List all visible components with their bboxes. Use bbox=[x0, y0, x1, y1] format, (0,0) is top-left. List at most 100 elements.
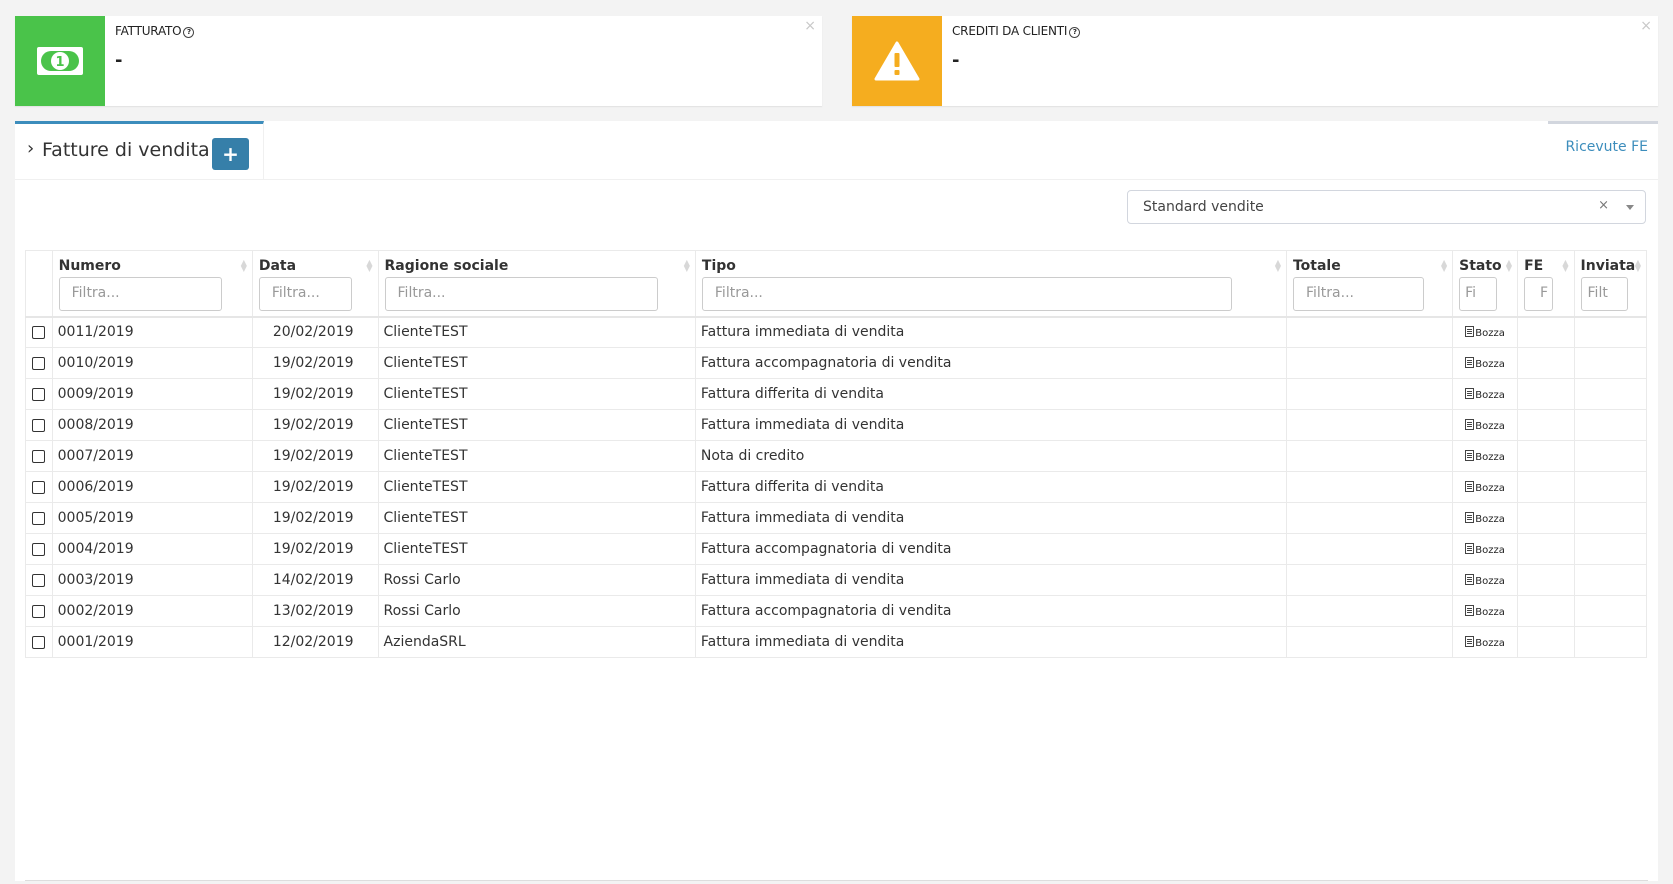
row-checkbox[interactable] bbox=[32, 604, 46, 618]
segment-value: Standard vendite bbox=[1143, 199, 1264, 215]
status-badge: Bozza bbox=[1465, 512, 1505, 525]
status-label: Bozza bbox=[1475, 483, 1505, 494]
table-row[interactable]: 0004/2019 19/02/2019 ClienteTEST Fattura ac… bbox=[25, 533, 1648, 565]
filter-input-numero[interactable]: Filtra... bbox=[58, 277, 222, 311]
cell-tipo: Fattura differita di vendita bbox=[694, 378, 1287, 410]
add-invoice-button[interactable]: + bbox=[212, 138, 249, 170]
row-checkbox[interactable] bbox=[32, 511, 46, 525]
row-checkbox[interactable] bbox=[32, 449, 46, 463]
table-row[interactable]: 0011/2019 20/02/2019 ClienteTEST Fattura im… bbox=[25, 316, 1648, 348]
help-icon[interactable]: ? bbox=[1069, 27, 1081, 38]
column-header-tipo[interactable]: Tipo ▲ ▼ Filtra... bbox=[694, 250, 1287, 318]
cell-inviata bbox=[1573, 471, 1648, 503]
filter-input-fe[interactable]: F bbox=[1524, 277, 1554, 311]
cell-fe bbox=[1517, 440, 1575, 472]
table-row[interactable]: 0010/2019 19/02/2019 ClienteTEST Fattura ac… bbox=[25, 347, 1648, 379]
help-icon[interactable]: ? bbox=[183, 27, 195, 38]
row-checkbox[interactable] bbox=[32, 480, 46, 494]
sort-icon[interactable]: ▲ ▼ bbox=[241, 259, 247, 273]
row-checkbox[interactable] bbox=[32, 325, 46, 339]
sort-icon[interactable]: ▲ ▼ bbox=[1635, 259, 1641, 273]
sort-icon[interactable]: ▲ ▼ bbox=[684, 259, 690, 273]
row-select-cell[interactable] bbox=[25, 564, 53, 596]
panel-divider bbox=[25, 880, 1648, 881]
row-checkbox[interactable] bbox=[32, 542, 46, 556]
cell-data: 19/02/2019 bbox=[251, 533, 379, 565]
close-icon[interactable]: × bbox=[804, 18, 816, 34]
table-row[interactable]: 0008/2019 19/02/2019 ClienteTEST Fattura im… bbox=[25, 409, 1648, 441]
column-header-totale[interactable]: Totale ▲ ▼ Filtra... bbox=[1285, 250, 1454, 318]
chevron-down-icon[interactable] bbox=[1626, 205, 1634, 210]
table-row[interactable]: 0001/2019 12/02/2019 AziendaSRL Fattura imm… bbox=[25, 626, 1648, 658]
cell-numero: 0006/2019 bbox=[51, 471, 253, 503]
filter-input-ragione-sociale[interactable]: Filtra... bbox=[384, 277, 658, 311]
close-icon[interactable]: × bbox=[1640, 18, 1652, 34]
status-badge: Bozza bbox=[1465, 388, 1505, 401]
filter-input-totale[interactable]: Filtra... bbox=[1292, 277, 1424, 311]
kpi-box-fatturato: 1 FATTURATO? - × bbox=[15, 16, 822, 106]
tab-fatture-vendita[interactable]: › Fatture di vendita + bbox=[15, 121, 264, 179]
row-select-cell[interactable] bbox=[25, 440, 53, 472]
cell-totale bbox=[1285, 471, 1454, 503]
row-select-cell[interactable] bbox=[25, 409, 53, 441]
column-header-ragione-sociale[interactable]: Ragione sociale ▲ ▼ Filtra... bbox=[377, 250, 696, 318]
row-select-cell[interactable] bbox=[25, 471, 53, 503]
cell-data: 20/02/2019 bbox=[251, 316, 379, 348]
row-select-cell[interactable] bbox=[25, 378, 53, 410]
row-select-cell[interactable] bbox=[25, 533, 53, 565]
cell-ragione-sociale: ClienteTEST bbox=[377, 409, 696, 441]
sort-icon[interactable]: ▲ ▼ bbox=[366, 259, 372, 273]
table-row[interactable]: 0002/2019 13/02/2019 Rossi Carlo Fattura ac… bbox=[25, 595, 1648, 627]
table-row[interactable]: 0003/2019 14/02/2019 Rossi Carlo Fattura im… bbox=[25, 564, 1648, 596]
row-select-cell[interactable] bbox=[25, 595, 53, 627]
tab-label[interactable]: Ricevute FE bbox=[1565, 139, 1648, 155]
filter-input-tipo[interactable]: Filtra... bbox=[701, 277, 1232, 311]
tab-ricevute-fe[interactable]: Ricevute FE bbox=[1548, 121, 1658, 179]
filter-input-data[interactable]: Filtra... bbox=[258, 277, 352, 311]
status-badge: Bozza bbox=[1465, 357, 1505, 370]
filter-input-stato[interactable]: Fi bbox=[1459, 277, 1498, 311]
cell-numero: 0011/2019 bbox=[51, 316, 253, 348]
clear-icon[interactable]: × bbox=[1598, 198, 1609, 213]
column-header-data[interactable]: Data ▲ ▼ Filtra... bbox=[251, 250, 379, 318]
cell-fe bbox=[1517, 316, 1575, 348]
row-select-cell[interactable] bbox=[25, 626, 53, 658]
row-select-cell[interactable] bbox=[25, 316, 53, 348]
row-checkbox[interactable] bbox=[32, 635, 46, 649]
filter-input-inviata[interactable]: Filt bbox=[1580, 277, 1628, 311]
segment-select[interactable]: Standard vendite × bbox=[1127, 190, 1646, 224]
select-column-header bbox=[25, 250, 53, 318]
row-checkbox[interactable] bbox=[32, 387, 46, 401]
column-header-stato[interactable]: Stato ▲ ▼ Fi bbox=[1452, 250, 1519, 318]
kpi-title: CREDITI DA CLIENTI bbox=[952, 24, 1068, 38]
status-badge: Bozza bbox=[1465, 481, 1505, 494]
row-select-cell[interactable] bbox=[25, 347, 53, 379]
table-row[interactable]: 0005/2019 19/02/2019 ClienteTEST Fattura im… bbox=[25, 502, 1648, 534]
status-badge: Bozza bbox=[1465, 419, 1505, 432]
cell-ragione-sociale: ClienteTEST bbox=[377, 471, 696, 503]
table-row[interactable]: 0006/2019 19/02/2019 ClienteTEST Fattura di… bbox=[25, 471, 1648, 503]
column-header-numero[interactable]: Numero ▲ ▼ Filtra... bbox=[51, 250, 253, 318]
chevron-right-icon: › bbox=[27, 138, 35, 159]
row-select-cell[interactable] bbox=[25, 502, 53, 534]
row-checkbox[interactable] bbox=[32, 356, 46, 370]
row-checkbox[interactable] bbox=[32, 418, 46, 432]
sort-icon[interactable]: ▲ ▼ bbox=[1275, 259, 1281, 273]
sort-icon[interactable]: ▲ ▼ bbox=[1506, 259, 1512, 273]
cell-fe bbox=[1517, 378, 1575, 410]
status-badge: Bozza bbox=[1465, 574, 1505, 587]
cell-ragione-sociale: AziendaSRL bbox=[377, 626, 696, 658]
cell-data: 19/02/2019 bbox=[251, 440, 379, 472]
sort-icon[interactable]: ▲ ▼ bbox=[1441, 259, 1447, 273]
row-checkbox[interactable] bbox=[32, 573, 46, 587]
cell-inviata bbox=[1573, 626, 1648, 658]
sort-icon[interactable]: ▲ ▼ bbox=[1562, 259, 1568, 273]
table-row[interactable]: 0007/2019 19/02/2019 ClienteTEST Nota di cr… bbox=[25, 440, 1648, 472]
cell-stato: Bozza bbox=[1452, 595, 1519, 627]
document-icon bbox=[1465, 605, 1475, 616]
column-header-inviata[interactable]: Inviata ▲ ▼ Filt bbox=[1573, 250, 1648, 318]
cell-tipo: Nota di credito bbox=[694, 440, 1287, 472]
table-row[interactable]: 0009/2019 19/02/2019 ClienteTEST Fattura di… bbox=[25, 378, 1648, 410]
cell-numero: 0008/2019 bbox=[51, 409, 253, 441]
column-header-fe[interactable]: FE ▲ ▼ F bbox=[1517, 250, 1575, 318]
